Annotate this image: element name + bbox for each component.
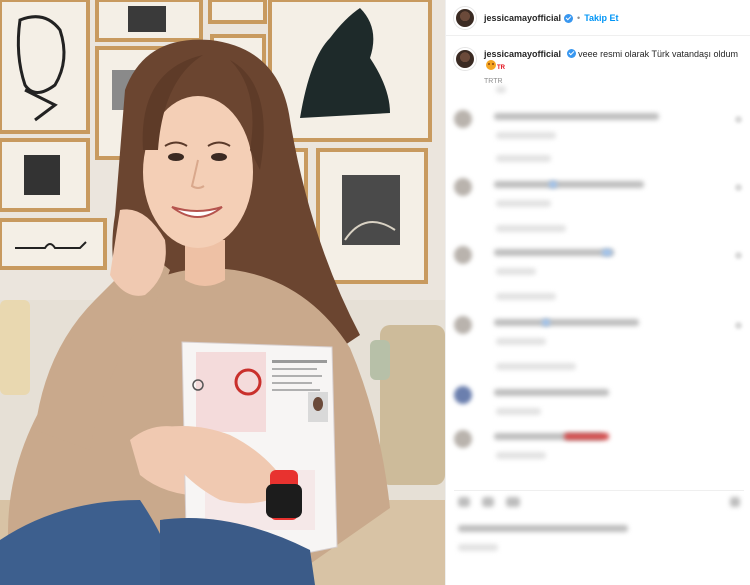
- blurred-comment: [454, 386, 744, 422]
- username-link[interactable]: jessicamayofficial: [484, 13, 561, 23]
- caption-text-block: jessicamayofficial veee resmi olarak Tür…: [484, 48, 739, 88]
- blurred-comment: [454, 316, 744, 352]
- action-bar-blurred: [454, 490, 744, 526]
- post-photo: [0, 0, 445, 585]
- separator-dot: •: [577, 12, 581, 23]
- post-sidebar: jessicamayofficial • Takip Et jessicamay…: [445, 0, 750, 585]
- blurred-comment: [454, 178, 744, 214]
- verified-badge-icon: [564, 14, 574, 23]
- post-header: jessicamayofficial • Takip Et: [446, 0, 750, 36]
- post-photo-illustration: [0, 0, 445, 585]
- follow-button[interactable]: Takip Et: [584, 13, 618, 23]
- blurred-comment: [454, 246, 744, 282]
- smart-watch: [266, 484, 302, 518]
- emoji-icon: [486, 60, 496, 70]
- caption-text: veee resmi olarak Türk vatandaşı oldum: [578, 49, 738, 59]
- caption-verified-badge-icon: [566, 49, 576, 58]
- blurred-comment: [454, 110, 744, 146]
- likes-blurred: [454, 522, 744, 558]
- blurred-comment: [454, 430, 744, 466]
- caption-avatar[interactable]: [454, 48, 476, 70]
- profile-avatar[interactable]: [454, 6, 476, 29]
- caption-flag: TR: [497, 65, 505, 71]
- post-caption: jessicamayofficial veee resmi olarak Tür…: [446, 36, 750, 88]
- caption-username[interactable]: jessicamayofficial: [484, 49, 561, 59]
